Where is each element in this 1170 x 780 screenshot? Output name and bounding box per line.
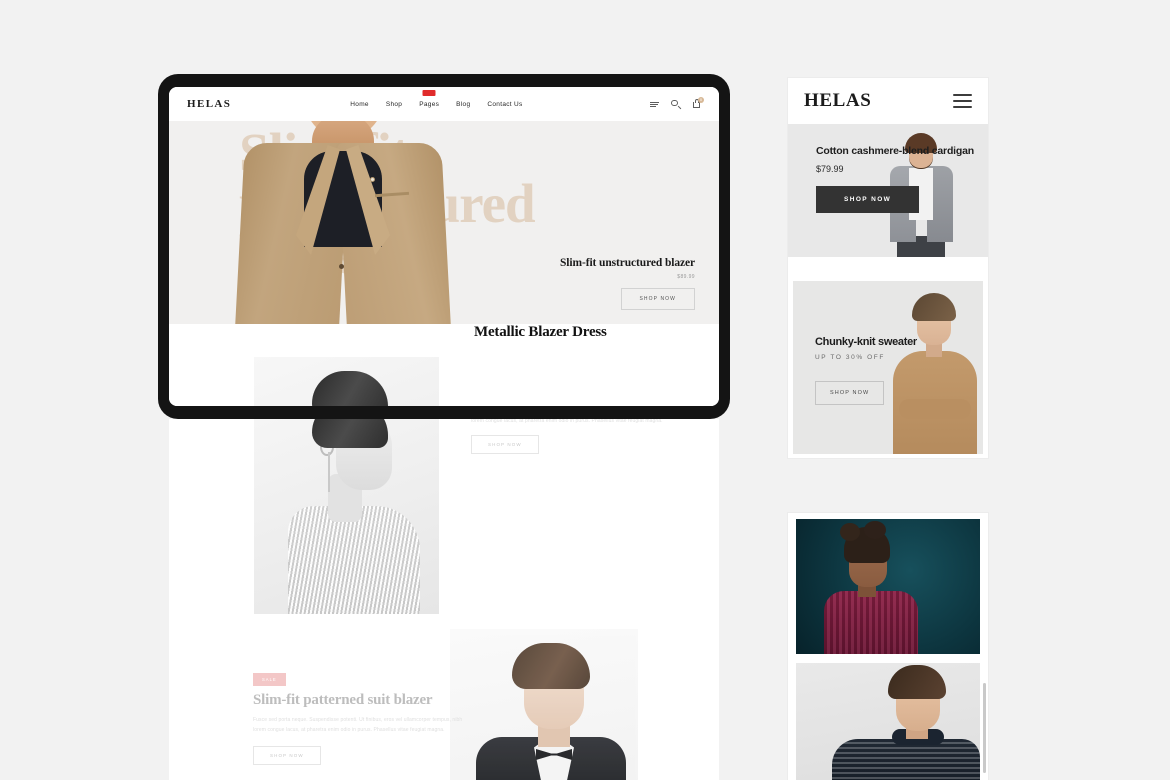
hero-product-price: $89.99	[677, 274, 695, 280]
mobile-section-divider	[788, 257, 988, 281]
metallic-blazer-image	[254, 419, 439, 614]
sweater-title: Chunky-knit sweater	[815, 336, 917, 348]
mobile-preview-bottom	[788, 513, 988, 780]
section-metallic-blazer: Metallic Blazer Dress Fusce sed porta ne…	[169, 419, 719, 624]
cardigan-price: $79.99	[816, 164, 844, 174]
hamburger-menu-icon[interactable]	[953, 94, 972, 108]
hero-product-title: Slim-fit unstructured blazer	[560, 257, 695, 269]
mobile-product-card-sweater: Chunky-knit sweater UP TO 30% OFF SHOP N…	[793, 281, 983, 454]
nav-item-shop[interactable]: Shop	[385, 98, 403, 111]
hero-product-photo	[234, 121, 452, 324]
nav-item-contact-us[interactable]: Contact Us	[486, 98, 523, 111]
site-header: HELAS Home Shop Pages Blog Contact Us 0	[169, 87, 719, 121]
nav-item-home[interactable]: Home	[349, 98, 370, 111]
hero-banner: Slim-fit unstructured blazer Slim-fit un…	[169, 121, 719, 324]
mobile-product-card-cardigan: Cotton cashmere-blend cardigan $79.99 SH…	[788, 124, 988, 257]
sweater-subtitle: UP TO 30% OFF	[815, 354, 885, 361]
hero-shop-now-button[interactable]: SHOP NOW	[620, 288, 695, 310]
product-image-pink-sweater[interactable]	[796, 519, 980, 654]
brand-logo[interactable]: HELAS	[187, 98, 231, 110]
scrollbar-thumb[interactable]	[983, 683, 986, 773]
mobile-preview-top: HELAS Cotton cashmere-blend cardigan $79…	[788, 78, 988, 458]
header-icon-group: 0	[650, 96, 704, 109]
mobile-image-divider	[796, 654, 980, 663]
sweater-shop-now-button[interactable]: SHOP NOW	[815, 381, 885, 405]
filter-icon[interactable]	[650, 100, 659, 109]
metallic-blazer-body: Fusce sed porta neque. Suspendisse poten…	[471, 419, 691, 454]
metallic-blazer-title-tablet: Metallic Blazer Dress	[474, 324, 607, 340]
suit-blazer-content: SALE Slim-fit patterned suit blazer Fusc…	[253, 668, 468, 765]
cardigan-title: Cotton cashmere-blend cardigan	[816, 145, 974, 157]
hero-product-info: Slim-fit unstructured blazer $89.99 SHOP…	[495, 257, 695, 310]
section-suit-blazer: SALE Slim-fit patterned suit blazer Fusc…	[169, 624, 719, 780]
cart-icon[interactable]: 0	[692, 96, 704, 109]
mobile-header: HELAS	[788, 78, 988, 124]
metallic-blazer-image-tablet	[254, 357, 439, 406]
tablet-device-frame: HELAS Home Shop Pages Blog Contact Us 0	[158, 74, 730, 419]
sale-badge: SALE	[253, 673, 286, 686]
main-navigation: Home Shop Pages Blog Contact Us	[349, 98, 523, 111]
mobile-brand-logo[interactable]: HELAS	[804, 90, 871, 112]
cart-count-badge: 0	[698, 96, 704, 103]
sweater-model-photo	[885, 281, 983, 454]
page-overflow-content: Metallic Blazer Dress Fusce sed porta ne…	[169, 419, 719, 780]
tablet-screen: HELAS Home Shop Pages Blog Contact Us 0	[169, 87, 719, 406]
search-icon[interactable]	[671, 99, 681, 109]
metallic-blazer-paragraph: Fusce sed porta neque. Suspendisse poten…	[471, 419, 663, 424]
suit-shop-now-button[interactable]: SHOP NOW	[253, 745, 321, 765]
suit-blazer-image	[450, 629, 638, 780]
nav-item-blog[interactable]: Blog	[455, 98, 471, 111]
suit-blazer-title: Slim-fit patterned suit blazer	[253, 692, 433, 708]
cardigan-shop-now-button[interactable]: SHOP NOW	[816, 186, 920, 213]
metallic-shop-now-button[interactable]: SHOP NOW	[471, 434, 539, 454]
product-image-striped-turtleneck[interactable]	[796, 663, 980, 780]
screenshot-stage: Metallic Blazer Dress Fusce sed porta ne…	[0, 0, 1170, 780]
suit-blazer-paragraph: Fusce sed porta neque. Suspendisse poten…	[253, 717, 463, 733]
nav-item-pages[interactable]: Pages	[418, 98, 440, 111]
tablet-section-metallic: Metallic Blazer Dress	[169, 324, 719, 406]
